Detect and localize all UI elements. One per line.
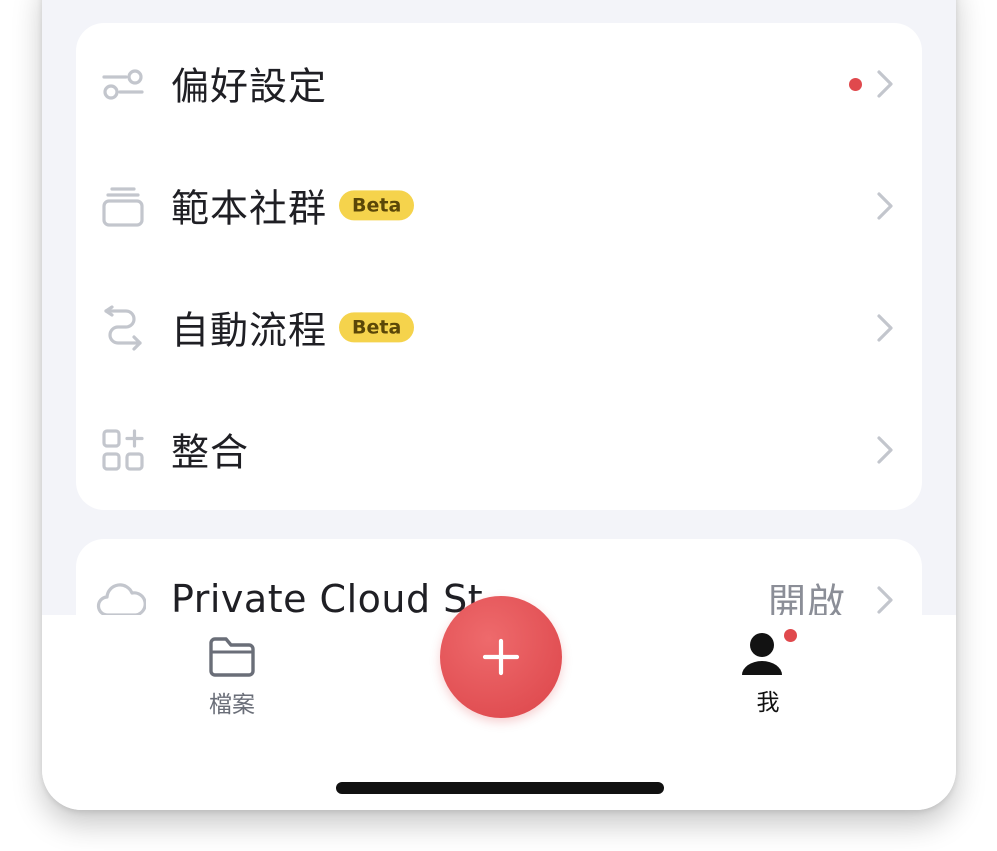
plus-icon	[482, 638, 520, 676]
chevron-right-icon	[877, 70, 893, 98]
beta-badge: Beta	[339, 311, 415, 342]
tab-files-label: 檔案	[209, 692, 255, 718]
menu-item-integrations[interactable]: 整合	[76, 389, 922, 511]
chevron-right-icon	[877, 314, 893, 342]
menu-item-label: 整合	[171, 430, 250, 475]
menu-item-automation[interactable]: 自動流程 Beta	[76, 267, 922, 389]
chevron-right-icon	[877, 192, 893, 220]
menu-item-label: 範本社群	[171, 186, 328, 231]
menu-item-preferences[interactable]: 偏好設定	[76, 23, 922, 145]
add-button[interactable]	[440, 596, 562, 718]
profile-icon-wrap	[740, 629, 797, 681]
template-stack-icon	[102, 187, 144, 227]
phone-screen: 偏好設定 範本社群 Beta 自動流程 Beta 整合 Private Clou…	[42, 0, 956, 810]
menu-item-template-community[interactable]: 範本社群 Beta	[76, 145, 922, 267]
menu-item-label: 偏好設定	[171, 64, 328, 109]
workflow-icon	[104, 305, 142, 351]
notification-dot	[849, 78, 862, 91]
home-indicator	[336, 782, 664, 794]
tab-files[interactable]: 檔案	[192, 635, 272, 719]
menu-item-label-wrap: 自動流程 Beta	[171, 299, 415, 354]
menu-item-label: 自動流程	[171, 308, 328, 353]
beta-badge: Beta	[339, 189, 415, 220]
menu-item-label-wrap: 範本社群 Beta	[171, 177, 415, 232]
tab-me-label: 我	[756, 690, 780, 716]
chevron-right-icon	[877, 586, 893, 614]
sliders-icon	[102, 69, 144, 100]
tab-me[interactable]: 我	[730, 629, 806, 717]
integrations-grid-icon	[102, 429, 144, 471]
notification-dot	[784, 629, 797, 642]
chevron-right-icon	[877, 436, 893, 464]
folder-icon	[209, 637, 255, 677]
settings-menu-card: 偏好設定 範本社群 Beta 自動流程 Beta 整合	[76, 23, 922, 510]
